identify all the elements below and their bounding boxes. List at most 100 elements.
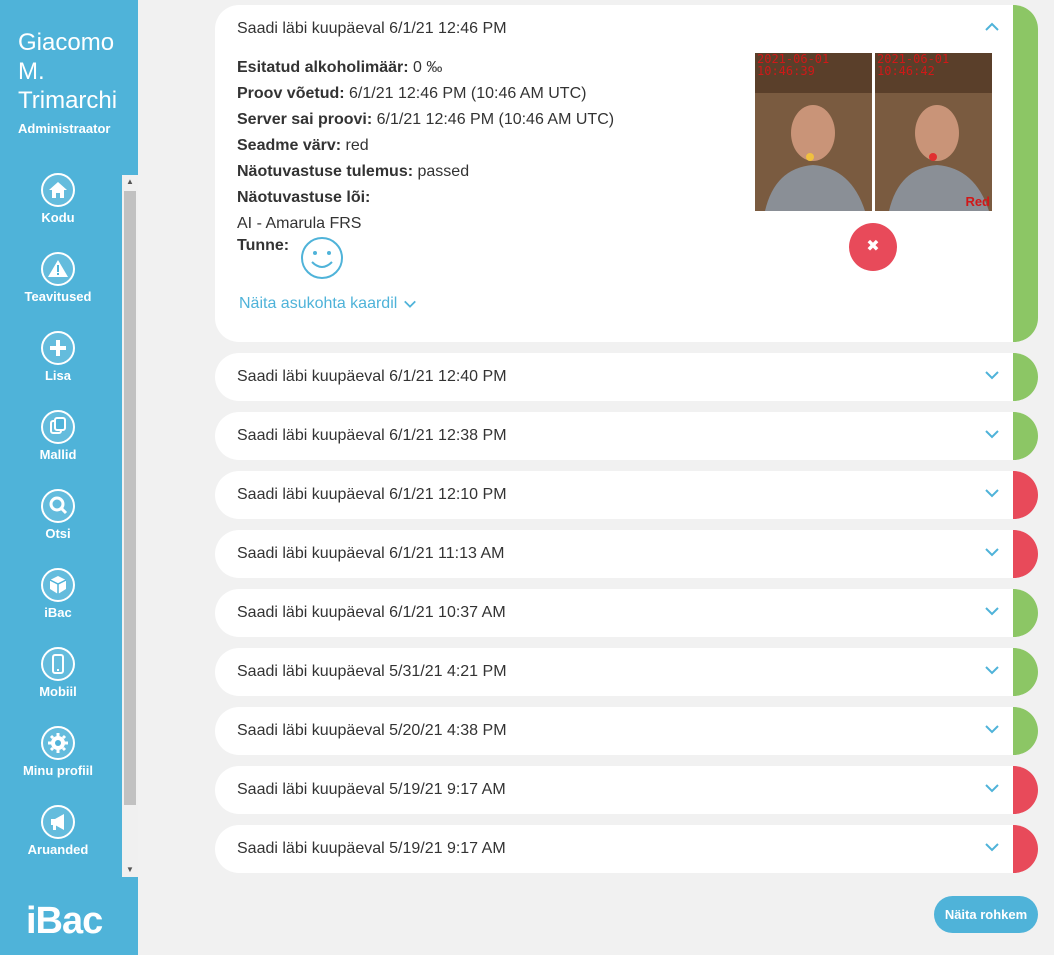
detail-label: Server sai proovi: — [237, 111, 373, 128]
status-indicator — [1013, 471, 1038, 519]
detail-label: Proov võetud: — [237, 85, 345, 102]
chevron-down-icon[interactable] — [984, 780, 1000, 796]
detail-label: Seadme värv: — [237, 137, 342, 154]
test-photos: 2021-06-01 10:46:39 2021-06-01 10:46:42 Re… — [755, 53, 992, 211]
test-card-title: Saadi läbi kuupäeval 5/19/21 9:17 AM — [237, 781, 506, 798]
cube-icon — [41, 568, 75, 602]
status-indicator — [1013, 589, 1038, 637]
templates-icon — [41, 410, 75, 444]
nav-item-label: Teavitused — [24, 289, 92, 304]
device-color-tag: Red — [965, 194, 990, 209]
nav-item-teavitused[interactable]: Teavitused — [0, 252, 116, 322]
scroll-down-arrow-icon[interactable]: ▼ — [122, 863, 138, 877]
test-card[interactable]: Saadi läbi kuupäeval 5/31/21 4:21 PM — [215, 648, 1038, 696]
test-card-title: Saadi läbi kuupäeval 6/1/21 10:37 AM — [237, 604, 506, 621]
ibac-logo: iBac — [26, 900, 103, 942]
detail-value: 6/1/21 12:46 PM (10:46 AM UTC) — [349, 85, 587, 102]
chevron-down-icon — [404, 300, 417, 308]
recognizer-name: AI - Amarula FRS — [237, 215, 362, 232]
test-photo-2[interactable]: 2021-06-01 10:46:42 Red — [875, 53, 992, 211]
chevron-down-icon[interactable] — [984, 839, 1000, 855]
status-indicator — [1013, 5, 1038, 342]
test-card-title: Saadi läbi kuupäeval 6/1/21 12:10 PM — [237, 486, 507, 503]
close-icon: ✖ — [866, 238, 880, 255]
mobile-icon — [41, 647, 75, 681]
nav-item-aruanded[interactable]: Aruanded — [0, 805, 116, 875]
test-card[interactable]: Saadi läbi kuupäeval 6/1/21 12:38 PM — [215, 412, 1038, 460]
gear-icon — [41, 726, 75, 760]
test-card[interactable]: Saadi läbi kuupäeval 6/1/21 10:37 AM — [215, 589, 1038, 637]
test-card-title: Saadi läbi kuupäeval 5/20/21 4:38 PM — [237, 722, 507, 739]
test-card[interactable]: Saadi läbi kuupäeval 6/1/21 11:13 AM — [215, 530, 1038, 578]
chevron-up-icon[interactable] — [984, 19, 1000, 35]
test-card-expanded[interactable]: Saadi läbi kuupäeval 6/1/21 12:46 PM Esi… — [215, 5, 1038, 342]
nav-menu: Kodu Teavitused Lisa Mallid Otsi iBac Mobiil Mi… — [0, 173, 122, 877]
user-name: Giacomo M. Trimarchi — [18, 29, 118, 114]
delete-button[interactable]: ✖ — [849, 223, 897, 271]
show-map-link[interactable]: Näita asukohta kaardil — [239, 295, 417, 313]
sidebar-scrollbar[interactable]: ▲ ▼ — [122, 175, 138, 877]
user-role: Administraator — [18, 121, 111, 136]
detail-label: Näotuvastuse lõi: — [237, 189, 371, 206]
status-indicator — [1013, 825, 1038, 873]
nav-item-ibac[interactable]: iBac — [0, 568, 116, 638]
home-icon — [41, 173, 75, 207]
nav-item-kodu[interactable]: Kodu — [0, 173, 116, 243]
status-indicator — [1013, 530, 1038, 578]
test-card-title: Saadi läbi kuupäeval 5/31/21 4:21 PM — [237, 663, 507, 680]
smiley-face-icon — [300, 236, 344, 280]
nav-item-label: Otsi — [45, 526, 71, 541]
test-card[interactable]: Saadi läbi kuupäeval 6/1/21 12:40 PM — [215, 353, 1038, 401]
detail-value: 6/1/21 12:46 PM (10:46 AM UTC) — [376, 111, 615, 128]
chevron-down-icon[interactable] — [984, 721, 1000, 737]
detail-label: Näotuvastuse tulemus: — [237, 163, 414, 180]
detail-value: red — [345, 137, 369, 154]
feeling-label: Tunne: — [237, 237, 290, 254]
chevron-down-icon[interactable] — [984, 662, 1000, 678]
nav-item-label: Lisa — [44, 368, 71, 383]
test-card[interactable]: Saadi läbi kuupäeval 5/19/21 9:17 AM — [215, 825, 1038, 873]
chevron-down-icon[interactable] — [984, 485, 1000, 501]
nav-item-label: Minu profiil — [22, 763, 94, 778]
test-details: Esitatud alkoholimäär: 0 ‰ Proov võetud: … — [237, 55, 717, 237]
test-card-title: Saadi läbi kuupäeval 6/1/21 12:46 PM — [237, 20, 507, 37]
chevron-down-icon[interactable] — [984, 367, 1000, 383]
nav-item-mallid[interactable]: Mallid — [0, 410, 116, 480]
nav-item-label: Kodu — [41, 210, 75, 225]
chevron-down-icon[interactable] — [984, 426, 1000, 442]
test-card[interactable]: Saadi läbi kuupäeval 6/1/21 12:10 PM — [215, 471, 1038, 519]
show-map-label: Näita asukohta kaardil — [239, 295, 398, 312]
test-card-title: Saadi läbi kuupäeval 6/1/21 11:13 AM — [237, 545, 505, 562]
test-card-title: Saadi läbi kuupäeval 6/1/21 12:40 PM — [237, 368, 507, 385]
nav-item-mobiil[interactable]: Mobiil — [0, 647, 116, 717]
test-card-title: Saadi läbi kuupäeval 6/1/21 12:38 PM — [237, 427, 507, 444]
photo-timestamp: 2021-06-01 10:46:42 — [877, 53, 950, 78]
detail-label: Esitatud alkoholimäär: — [237, 59, 409, 76]
detail-value: passed — [417, 163, 470, 180]
detail-row: Näotuvastuse lõi: — [237, 185, 717, 211]
nav-item-label: iBac — [44, 605, 72, 620]
nav-item-otsi[interactable]: Otsi — [0, 489, 116, 559]
test-card[interactable]: Saadi läbi kuupäeval 5/19/21 9:17 AM — [215, 766, 1038, 814]
detail-row: Seadme värv: red — [237, 133, 717, 159]
scroll-up-arrow-icon[interactable]: ▲ — [122, 175, 138, 189]
detail-row: Näotuvastuse tulemus: passed — [237, 159, 717, 185]
detail-row: Proov võetud: 6/1/21 12:46 PM (10:46 AM … — [237, 81, 717, 107]
app-root: Giacomo M. Trimarchi Administraator Kodu… — [0, 0, 1054, 955]
test-card-title: Saadi läbi kuupäeval 5/19/21 9:17 AM — [237, 840, 506, 857]
status-indicator — [1013, 648, 1038, 696]
show-more-button[interactable]: Näita rohkem — [934, 896, 1038, 933]
nav-item-minu-profiil[interactable]: Minu profiil — [0, 726, 116, 796]
chevron-down-icon[interactable] — [984, 603, 1000, 619]
photo-timestamp: 2021-06-01 10:46:39 — [757, 53, 830, 78]
scroll-thumb[interactable] — [124, 191, 136, 805]
chevron-down-icon[interactable] — [984, 544, 1000, 560]
test-card[interactable]: Saadi läbi kuupäeval 5/20/21 4:38 PM — [215, 707, 1038, 755]
plus-icon — [41, 331, 75, 365]
sidebar: Giacomo M. Trimarchi Administraator Kodu… — [0, 0, 138, 955]
detail-value: 0 ‰ — [413, 59, 443, 76]
test-photo-1[interactable]: 2021-06-01 10:46:39 — [755, 53, 872, 211]
status-indicator — [1013, 353, 1038, 401]
nav-item-label: Mobiil — [39, 684, 77, 699]
nav-item-lisa[interactable]: Lisa — [0, 331, 116, 401]
